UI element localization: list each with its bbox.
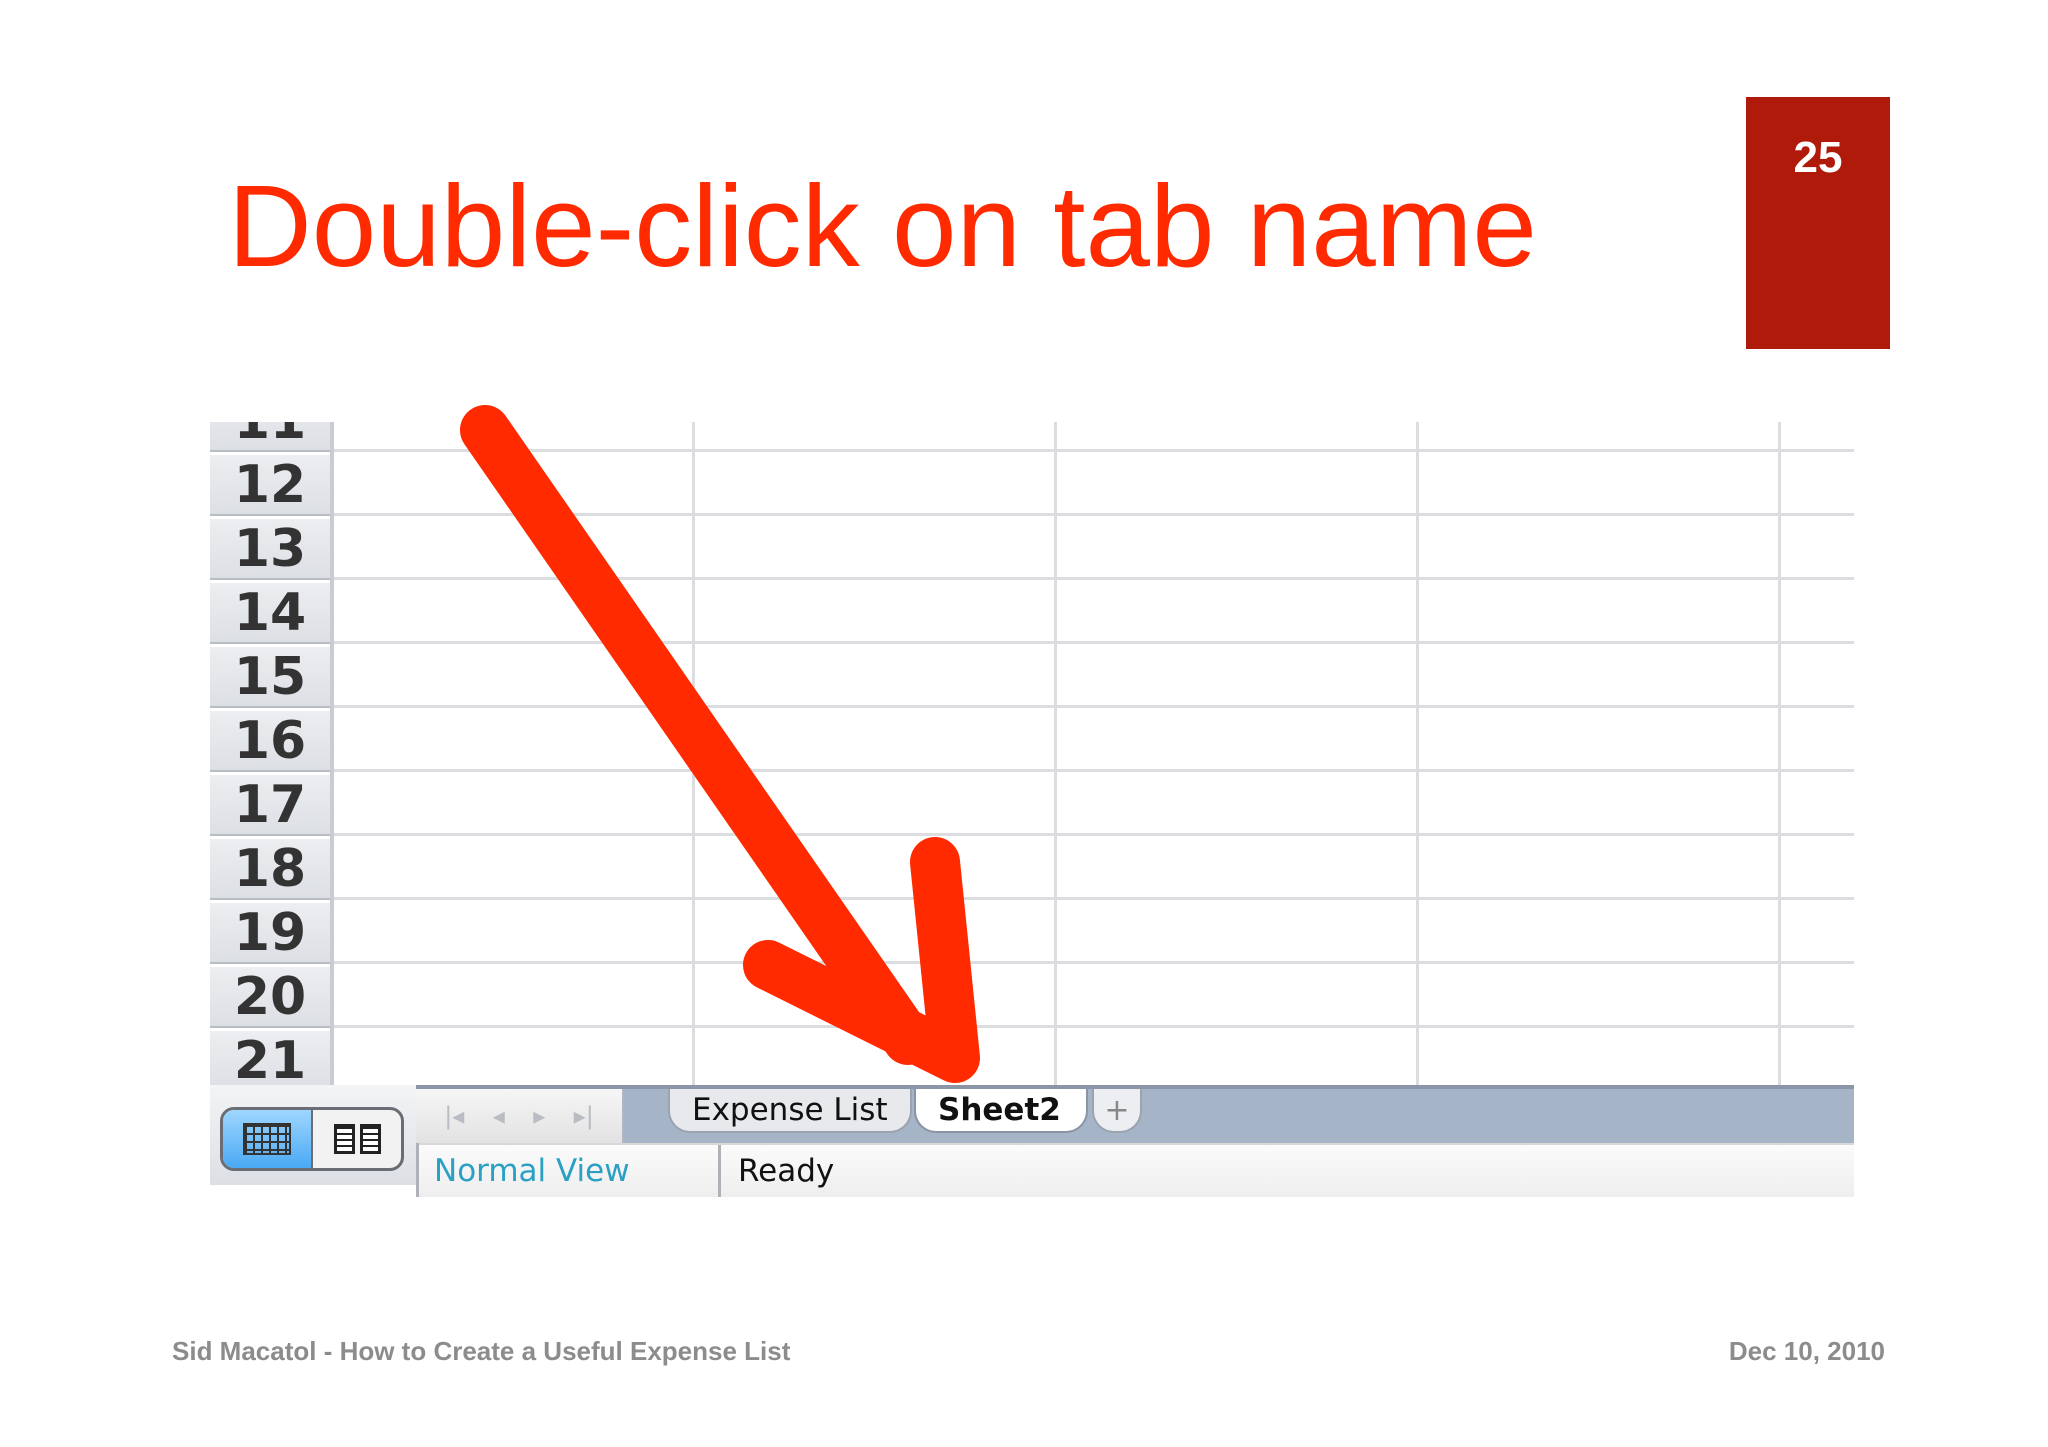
grid-line bbox=[1778, 422, 1781, 1085]
page-layout-view-icon bbox=[333, 1124, 381, 1154]
footer-date: Dec 10, 2010 bbox=[1728, 1336, 1885, 1366]
grid-line bbox=[334, 449, 1854, 452]
normal-view-grid-icon bbox=[243, 1123, 291, 1155]
grid-line bbox=[334, 513, 1854, 516]
view-toggle bbox=[220, 1107, 404, 1171]
grid-line bbox=[334, 769, 1854, 772]
status-ready: Ready bbox=[738, 1153, 835, 1189]
normal-view-button[interactable] bbox=[223, 1110, 313, 1168]
grid-line bbox=[334, 897, 1854, 900]
grid-line bbox=[334, 961, 1854, 964]
status-view-mode: Normal View bbox=[434, 1153, 630, 1189]
spreadsheet-screenshot: 11 12 13 14 15 16 17 18 19 20 21 bbox=[210, 422, 1854, 1197]
next-sheet-icon[interactable]: ▸ bbox=[533, 1102, 545, 1130]
grid-line bbox=[1054, 422, 1057, 1085]
row-header-column: 11 12 13 14 15 16 17 18 19 20 21 bbox=[210, 422, 334, 1092]
row-header[interactable]: 20 bbox=[210, 964, 330, 1028]
row-header[interactable]: 11 bbox=[210, 422, 330, 452]
row-header[interactable]: 21 bbox=[210, 1028, 330, 1092]
slide-title: Double-click on tab name bbox=[228, 161, 1537, 291]
grid-line bbox=[334, 577, 1854, 580]
grid-line bbox=[692, 422, 695, 1085]
last-sheet-icon[interactable]: ▸| bbox=[574, 1102, 594, 1130]
row-header[interactable]: 12 bbox=[210, 452, 330, 516]
row-header[interactable]: 18 bbox=[210, 836, 330, 900]
grid-line bbox=[334, 705, 1854, 708]
sheet-navigation: |◂ ◂ ▸ ▸| bbox=[416, 1089, 624, 1143]
page-number: 25 bbox=[1793, 133, 1843, 182]
sheet-tab-strip: |◂ ◂ ▸ ▸| Expense List Sheet2 + bbox=[416, 1085, 1854, 1143]
status-bar: Normal View Ready bbox=[416, 1143, 1854, 1197]
sheet-bottom-bar: |◂ ◂ ▸ ▸| Expense List Sheet2 + Normal V… bbox=[210, 1085, 1854, 1197]
sheet-tab-expense-list[interactable]: Expense List bbox=[668, 1089, 912, 1133]
grid-line bbox=[334, 641, 1854, 644]
grid-line bbox=[1416, 422, 1419, 1085]
grid-line bbox=[334, 833, 1854, 836]
status-divider bbox=[718, 1145, 721, 1197]
page-layout-view-button[interactable] bbox=[313, 1110, 401, 1168]
status-divider bbox=[416, 1143, 419, 1197]
row-header[interactable]: 19 bbox=[210, 900, 330, 964]
page-number-badge: 25 bbox=[1746, 97, 1890, 349]
row-header[interactable]: 17 bbox=[210, 772, 330, 836]
cell-grid[interactable] bbox=[334, 422, 1854, 1085]
sheet-tab-sheet2[interactable]: Sheet2 bbox=[914, 1089, 1088, 1133]
add-sheet-button[interactable]: + bbox=[1092, 1089, 1142, 1133]
first-sheet-icon[interactable]: |◂ bbox=[444, 1102, 464, 1130]
footer-author-title: Sid Macatol - How to Create a Useful Exp… bbox=[172, 1336, 791, 1366]
view-switcher-panel bbox=[210, 1085, 416, 1185]
row-header[interactable]: 14 bbox=[210, 580, 330, 644]
row-header[interactable]: 16 bbox=[210, 708, 330, 772]
previous-sheet-icon[interactable]: ◂ bbox=[493, 1102, 505, 1130]
row-header[interactable]: 13 bbox=[210, 516, 330, 580]
grid-line bbox=[334, 1025, 1854, 1028]
row-header[interactable]: 15 bbox=[210, 644, 330, 708]
